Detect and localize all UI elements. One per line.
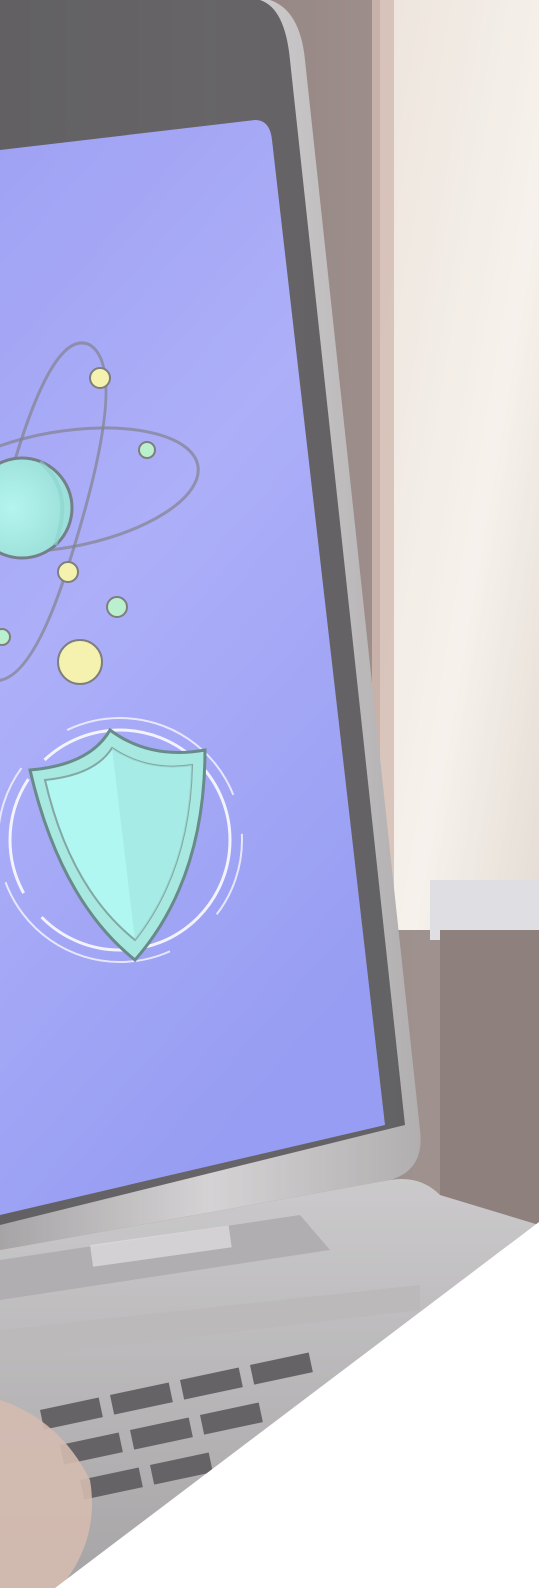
laptop-photo [0, 0, 539, 1588]
photo-scene [0, 0, 539, 1588]
